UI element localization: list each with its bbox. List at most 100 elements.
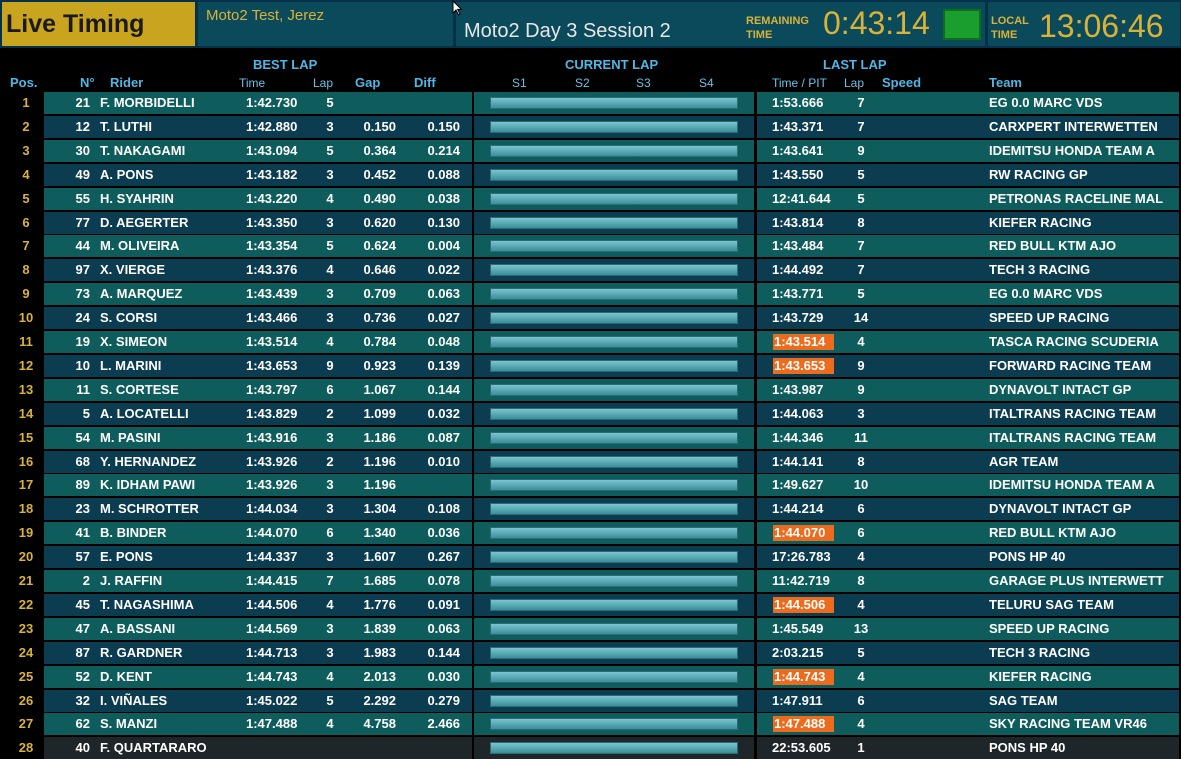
table-row[interactable]: 3 30 T. NAKAGAMI 1:43.094 5 0.364 0.214 1:43.64… [0,139,1181,162]
row-position: 8 [22,262,30,278]
sector-progress-bar [490,288,738,301]
row-last-time: 1:43.729 [772,310,824,326]
row-team: TELURU SAG TEAM [989,596,1114,612]
row-last-time: 1:44.743 [773,668,834,685]
row-best-lap: 3 [326,549,334,565]
table-row[interactable]: 19 41 B. BINDER 1:44.070 6 1.340 0.036 1:44.070… [0,522,1181,545]
col-diff: Diff [414,75,436,90]
row-best-time: 1:44.743 [246,668,298,684]
table-row[interactable]: 18 23 M. SCHROTTER 1:44.034 3 1.304 0.108 1:44.… [0,498,1181,521]
local-time-label: LOCAL TIME [991,15,1029,41]
table-row[interactable]: 6 77 D. AEGERTER 1:43.350 3 0.620 0.130 1:43.81… [0,211,1181,234]
row-best-lap: 3 [326,477,334,493]
row-last-lap: 4 [857,549,865,565]
table-row[interactable]: 11 19 X. SIMEON 1:43.514 4 0.784 0.048 1:43.514… [0,331,1181,353]
table-row[interactable]: 8 97 X. VIERGE 1:43.376 4 0.646 0.022 1:44.492 7… [0,259,1181,282]
table-row[interactable]: 23 47 A. BASSANI 1:44.569 3 1.839 0.063 1:45.54… [0,617,1181,640]
table-row[interactable]: 17 89 K. IDHAM PAWI 1:43.926 3 1.196 1:49.627 1… [0,474,1181,497]
row-last-lap: 4 [857,668,865,684]
col-best-lap: Lap [313,76,334,90]
row-best-lap: 4 [326,262,334,278]
row-gap: 1.099 [363,405,396,421]
table-row[interactable]: 2 12 T. LUTHI 1:42.880 3 0.150 0.150 1:43.371 7 C… [0,115,1181,138]
row-gap: 0.736 [363,310,396,326]
col-last-time-pit: Time / PIT [772,76,827,90]
row-rider-name: F. MORBIDELLI [100,95,195,110]
row-rider-name: S. MANZI [100,716,158,732]
row-last-time: 12:41.644 [772,190,831,206]
sector-progress-bar [490,503,738,516]
row-position: 28 [18,740,34,756]
row-last-lap: 14 [853,310,869,326]
table-row[interactable]: 12 10 L. MARINI 1:43.653 9 0.923 0.139 1:43.653… [0,354,1181,377]
row-best-time: 1:44.506 [246,596,298,612]
sector-progress-bar [490,742,738,755]
row-position: 10 [18,310,34,326]
row-last-time: 2:03.215 [772,644,824,660]
table-row[interactable]: 7 44 M. OLIVEIRA 1:43.354 5 0.624 0.004 1:43.48… [0,235,1181,258]
row-rider-name: L. MARINI [100,357,162,373]
row-gap: 1.304 [363,501,396,517]
table-row[interactable]: 4 49 A. PONS 1:43.182 3 0.452 0.088 1:43.550 5 RW… [0,163,1181,186]
row-rider-name: F. QUARTARARO [100,740,207,756]
row-gap: 1.186 [363,429,396,445]
row-gap: 0.150 [363,118,396,134]
app-title: Live Timing [2,2,195,46]
row-best-time: 1:44.034 [246,501,298,517]
table-row[interactable]: 13 11 S. CORTESE 1:43.797 6 1.067 0.144 1:43.98… [0,378,1181,401]
row-rider-name: M. SCHROTTER [100,501,199,517]
row-rider-number: 97 [75,262,90,278]
row-position: 25 [18,668,34,684]
table-row[interactable]: 20 57 E. PONS 1:44.337 3 1.607 0.267 17:26.783 4… [0,546,1181,569]
row-team: RW RACING GP [989,166,1088,182]
row-best-lap: 4 [326,716,334,732]
table-row[interactable]: 5 55 H. SYAHRIN 1:43.220 4 0.490 0.038 12:41.64… [0,187,1181,210]
table-row[interactable]: 22 45 T. NAGASHIMA 1:44.506 4 1.776 0.091 1:44.… [0,593,1181,616]
session-status-indicator [943,9,981,40]
table-row[interactable]: 16 68 Y. HERNANDEZ 1:43.926 2 1.196 0.010 1:44.… [0,450,1181,473]
row-last-lap: 4 [857,334,865,349]
row-diff: 0.048 [427,334,460,349]
table-row[interactable]: 27 62 S. MANZI 1:47.488 4 4.758 2.466 1:47.488 4… [0,713,1181,736]
row-best-lap: 4 [326,596,334,612]
row-last-time: 1:44.214 [772,501,824,517]
table-row[interactable]: 26 32 I. VIÑALES 1:45.022 5 2.292 0.279 1:47.91… [0,689,1181,712]
row-gap: 1.983 [363,644,396,660]
table-row[interactable]: 24 87 R. GARDNER 1:44.713 3 1.983 0.144 2:03.21… [0,641,1181,664]
sector-progress-bar [490,622,738,635]
row-diff: 0.130 [427,214,460,230]
row-last-time: 1:43.641 [772,142,824,158]
row-rider-number: 11 [76,381,90,397]
row-last-time: 1:44.063 [772,405,824,421]
col-speed: Speed [882,75,922,90]
row-team: AGR TEAM [989,453,1059,469]
table-row[interactable]: 15 54 M. PASINI 1:43.916 3 1.186 0.087 1:44.346… [0,426,1181,449]
table-row[interactable]: 10 24 S. CORSI 1:43.466 3 0.736 0.027 1:43.729 1… [0,307,1181,330]
row-team: TECH 3 RACING [989,644,1091,660]
row-position: 16 [18,453,34,469]
row-rider-name: M. PASINI [100,429,161,445]
row-best-lap: 6 [326,525,334,541]
row-best-time: 1:43.916 [246,429,298,445]
row-position: 21 [18,573,34,588]
row-rider-number: 73 [75,286,90,302]
table-row[interactable]: 14 5 A. LOCATELLI 1:43.829 2 1.099 0.032 1:44.0… [0,402,1181,425]
row-best-lap: 3 [326,166,334,182]
mouse-cursor-icon [452,0,463,16]
row-best-time: 1:43.926 [246,477,298,493]
table-row[interactable]: 9 73 A. MARQUEZ 1:43.439 3 0.709 0.063 1:43.771… [0,283,1181,306]
row-last-lap: 7 [857,95,865,110]
row-team: IDEMITSU HONDA TEAM A [989,142,1155,158]
table-row[interactable]: 21 2 J. RAFFIN 1:44.415 7 1.685 0.078 11:42.719… [0,570,1181,592]
table-row[interactable]: 25 52 D. KENT 1:44.743 4 2.013 0.030 1:44.743 4 K… [0,665,1181,688]
col-team: Team [989,75,1022,90]
row-last-lap: 1 [857,740,865,756]
row-rider-name: I. VIÑALES [100,692,168,708]
table-row[interactable]: 28 40 F. QUARTARARO 22:53.605 1 PONS HP 40 [0,737,1181,759]
sector-progress-bar [490,97,738,109]
table-row[interactable]: 1 21 F. MORBIDELLI 1:42.730 5 1:53.666 7 EG 0.0… [0,92,1181,114]
row-diff: 0.038 [427,190,460,206]
row-gap: 2.013 [363,668,396,684]
row-best-time: 1:44.713 [246,644,298,660]
row-last-time: 1:47.488 [773,716,834,733]
